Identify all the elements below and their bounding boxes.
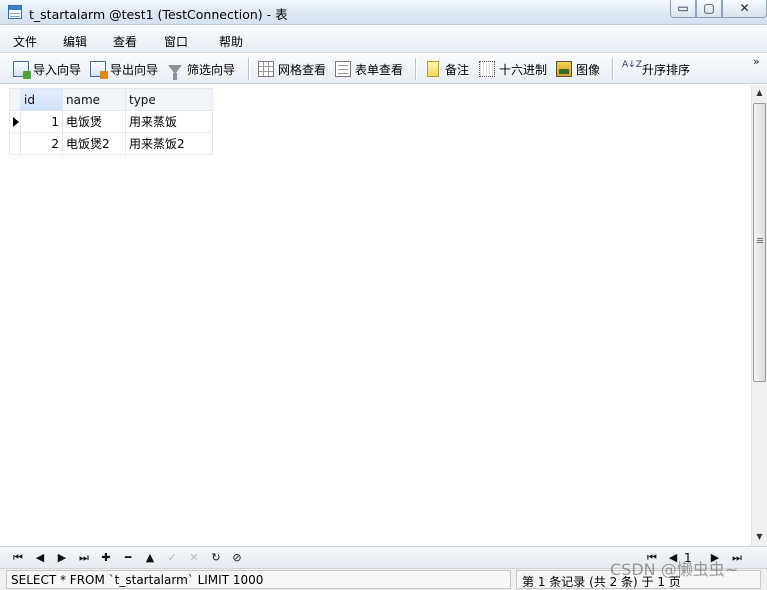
first-record-icon[interactable]: ⏮ [8, 548, 28, 567]
image-label: 图像 [576, 62, 601, 77]
column-header-id[interactable]: id [20, 88, 63, 111]
prev-page-icon[interactable]: ◀ [663, 548, 683, 567]
data-grid-area[interactable]: id name type 1 电饭煲 用来蒸饭 2 电饭煲2 用来蒸饭2 [0, 85, 751, 546]
toolbar-overflow-chevron-icon[interactable]: » [753, 56, 760, 67]
page-number[interactable]: 1 [684, 551, 692, 565]
minimize-button[interactable]: ▭ [670, 0, 696, 18]
toolbar-divider [612, 58, 613, 80]
export-wizard-label: 导出向导 [110, 62, 159, 77]
first-page-icon[interactable]: ⏮ [642, 548, 662, 567]
apply-changes-icon[interactable]: ✓ [162, 548, 182, 567]
stop-icon[interactable]: ⊘ [227, 548, 247, 567]
title-bar: t_startalarm @test1 (TestConnection) - 表… [0, 0, 767, 25]
cell-type[interactable]: 用来蒸饭 [125, 110, 213, 133]
column-header-name[interactable]: name [62, 88, 126, 111]
grid-header-row: id name type [9, 88, 213, 111]
menu-window[interactable]: 窗口 [164, 33, 188, 50]
import-wizard-label: 导入向导 [33, 62, 82, 77]
vertical-scrollbar[interactable]: ▲ ▼ [751, 85, 767, 546]
grid-icon [258, 61, 274, 77]
menu-view[interactable]: 查看 [113, 33, 137, 50]
scroll-down-arrow-icon[interactable]: ▼ [752, 529, 767, 545]
export-wizard-button[interactable]: 导出向导 [90, 60, 159, 79]
grid-view-label: 网格查看 [278, 62, 327, 77]
memo-button[interactable]: 备注 [425, 60, 469, 78]
next-page-icon[interactable]: ▶ [705, 548, 725, 567]
hex-button[interactable]: 十六进制 [479, 60, 547, 78]
prev-record-icon[interactable]: ◀ [30, 548, 50, 567]
toolbar: 导入向导 导出向导 筛选向导 网格查看 表单查看 备注 十六进制 图像 A↓Z … [0, 54, 767, 84]
memo-label: 备注 [445, 62, 470, 77]
status-bar: SELECT * FROM `t_startalarm` LIMIT 1000 … [0, 568, 767, 590]
menu-file[interactable]: 文件 [13, 33, 37, 50]
scrollbar-grip-icon [757, 238, 763, 244]
hex-label: 十六进制 [499, 62, 548, 77]
scrollbar-thumb[interactable] [753, 103, 766, 382]
import-icon [13, 61, 31, 79]
image-icon [556, 61, 572, 77]
sort-ascending-label: 升序排序 [642, 62, 691, 77]
hex-icon [479, 61, 495, 77]
data-grid: id name type 1 电饭煲 用来蒸饭 2 电饭煲2 用来蒸饭2 [9, 88, 213, 155]
row-indicator[interactable] [9, 110, 21, 133]
add-record-icon[interactable]: ✚ [96, 548, 116, 567]
table-window-icon [8, 5, 22, 19]
column-header-type[interactable]: type [125, 88, 213, 111]
close-button[interactable]: ✕ [722, 0, 767, 18]
row-indicator-header [9, 88, 21, 111]
cell-id[interactable]: 2 [20, 132, 63, 155]
row-indicator[interactable] [9, 132, 21, 155]
delete-record-icon[interactable]: ━ [118, 548, 138, 567]
status-record-count: 第 1 条记录 (共 2 条) 于 1 页 [516, 570, 761, 589]
cell-type[interactable]: 用来蒸饭2 [125, 132, 213, 155]
scroll-up-arrow-icon[interactable]: ▲ [752, 85, 767, 101]
image-button[interactable]: 图像 [556, 60, 600, 78]
cell-name[interactable]: 电饭煲 [62, 110, 126, 133]
table-row[interactable]: 1 电饭煲 用来蒸饭 [9, 110, 213, 133]
form-view-button[interactable]: 表单查看 [335, 60, 403, 78]
export-icon [90, 61, 108, 79]
next-record-icon[interactable]: ▶ [52, 548, 72, 567]
toolbar-divider [415, 58, 416, 80]
table-row[interactable]: 2 电饭煲2 用来蒸饭2 [9, 132, 213, 155]
current-row-arrow-icon [13, 117, 19, 127]
grid-view-button[interactable]: 网格查看 [258, 60, 326, 78]
move-up-icon[interactable]: ▲ [140, 548, 160, 567]
funnel-icon [168, 64, 182, 80]
memo-icon [427, 61, 439, 77]
maximize-button[interactable]: ▢ [696, 0, 722, 18]
sort-az-icon: A↓Z [622, 60, 642, 70]
window-title: t_startalarm @test1 (TestConnection) - 表 [29, 7, 288, 22]
cancel-changes-icon[interactable]: ✕ [184, 548, 204, 567]
refresh-icon[interactable]: ↻ [206, 548, 226, 567]
toolbar-divider [248, 58, 249, 80]
sort-ascending-button[interactable]: A↓Z 升序排序 [622, 60, 690, 78]
cell-name[interactable]: 电饭煲2 [62, 132, 126, 155]
menu-bar: 文件 编辑 查看 窗口 帮助 [0, 26, 767, 53]
menu-help[interactable]: 帮助 [219, 33, 243, 50]
form-icon [335, 61, 351, 77]
form-view-label: 表单查看 [355, 62, 404, 77]
record-navigator: ⏮ ◀ ▶ ⏭ ✚ ━ ▲ ✓ ✕ ↻ ⊘ ⏮ ◀ 1 ▶ ⏭ [0, 546, 767, 568]
filter-wizard-label: 筛选向导 [187, 62, 236, 77]
cell-id[interactable]: 1 [20, 110, 63, 133]
last-page-icon[interactable]: ⏭ [727, 548, 747, 567]
filter-wizard-button[interactable]: 筛选向导 [167, 60, 236, 80]
menu-edit[interactable]: 编辑 [63, 33, 87, 50]
import-wizard-button[interactable]: 导入向导 [13, 60, 82, 79]
status-sql-query: SELECT * FROM `t_startalarm` LIMIT 1000 [6, 570, 511, 589]
last-record-icon[interactable]: ⏭ [74, 548, 94, 567]
